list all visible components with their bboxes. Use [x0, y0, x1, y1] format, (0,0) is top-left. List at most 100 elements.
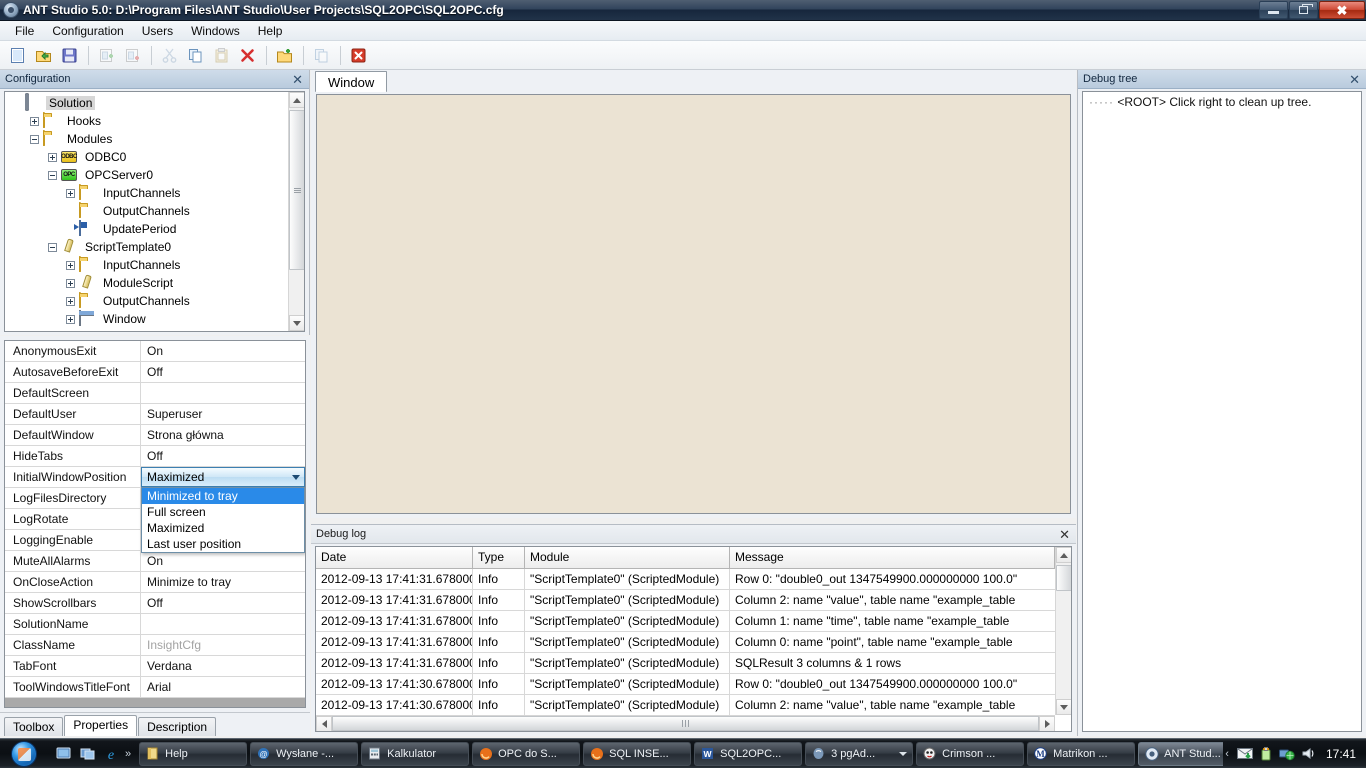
menu-help[interactable]: Help — [249, 22, 292, 40]
scroll-thumb[interactable] — [289, 110, 304, 270]
taskbar-button[interactable]: @ Wysłane -... — [250, 741, 359, 766]
add-channel-button[interactable] — [120, 44, 144, 67]
debug-log-row[interactable]: 2012-09-13 17:41:31.678000 Info "ScriptTem… — [316, 653, 1055, 674]
minimize-button[interactable] — [1259, 1, 1288, 19]
property-row[interactable]: MuteAllAlarms On — [5, 551, 305, 572]
show-desktop-icon[interactable] — [54, 745, 72, 763]
property-value[interactable]: Strona główna — [141, 425, 305, 445]
property-row[interactable]: TabFont Verdana — [5, 656, 305, 677]
taskbar-button[interactable]: M Matrikon ... — [1027, 741, 1136, 766]
column-header-date[interactable]: Date — [316, 547, 473, 568]
configuration-tree[interactable]: Solution Hooks Modules ODBC ODBC0 OPC OPCServe… — [4, 91, 305, 332]
tree-item-updateperiod[interactable]: UpdatePeriod — [7, 220, 288, 238]
volume-icon[interactable] — [1300, 745, 1317, 762]
taskbar-button[interactable]: Crimson ... — [916, 741, 1025, 766]
scroll-left-icon[interactable] — [316, 715, 332, 731]
property-row[interactable]: SolutionName — [5, 614, 305, 635]
tab-window[interactable]: Window — [315, 71, 388, 92]
cut-button[interactable] — [157, 44, 181, 67]
property-row[interactable]: DefaultScreen — [5, 383, 305, 404]
property-value[interactable]: InsightCfg — [141, 635, 305, 655]
property-row[interactable]: HideTabs Off — [5, 446, 305, 467]
tree-item-modules[interactable]: Modules — [7, 130, 288, 148]
column-header-type[interactable]: Type — [473, 547, 525, 568]
property-value[interactable]: Off — [141, 446, 305, 466]
mail-icon[interactable] — [1237, 745, 1254, 762]
property-row[interactable]: DefaultWindow Strona główna — [5, 425, 305, 446]
scroll-thumb[interactable] — [1056, 565, 1071, 591]
restore-button[interactable] — [1289, 1, 1318, 19]
column-header-module[interactable]: Module — [525, 547, 730, 568]
window-design-canvas[interactable] — [316, 94, 1071, 514]
menu-file[interactable]: File — [6, 22, 43, 40]
duplicate-button[interactable] — [309, 44, 333, 67]
debug-log-row[interactable]: 2012-09-13 17:41:31.678000 Info "ScriptTem… — [316, 632, 1055, 653]
start-button[interactable] — [1, 740, 47, 768]
new-file-button[interactable] — [5, 44, 29, 67]
delete-x-button[interactable] — [235, 44, 259, 67]
debug-log-horizontal-scrollbar[interactable] — [316, 715, 1055, 731]
property-value[interactable]: On — [141, 341, 305, 361]
property-row[interactable]: DefaultUser Superuser — [5, 404, 305, 425]
menu-configuration[interactable]: Configuration — [43, 22, 132, 40]
tree-item-modulescript[interactable]: ModuleScript — [7, 274, 288, 292]
new-folder-button[interactable] — [272, 44, 296, 67]
property-value[interactable]: Off — [141, 362, 305, 382]
tab-properties[interactable]: Properties — [64, 715, 138, 736]
open-folder-button[interactable] — [31, 44, 55, 67]
tree-vertical-scrollbar[interactable] — [288, 92, 304, 331]
properties-grid[interactable]: AnonymousExit On AutosaveBeforeExit Off Defa… — [4, 340, 306, 708]
close-icon[interactable]: ✕ — [290, 73, 305, 86]
combo-options-list[interactable]: Minimized to tray Full screen Maximized Las… — [141, 487, 305, 553]
tree-item-inputchannels[interactable]: InputChannels — [7, 184, 288, 202]
tree-item-outputchannels[interactable]: OutputChannels — [7, 202, 288, 220]
paste-button[interactable] — [209, 44, 233, 67]
add-module-button[interactable] — [94, 44, 118, 67]
property-value[interactable]: Superuser — [141, 404, 305, 424]
debug-log-row[interactable]: 2012-09-13 17:41:31.678000 Info "ScriptTem… — [316, 590, 1055, 611]
scroll-thumb[interactable] — [332, 716, 1039, 731]
tree-item-scripttemplate0[interactable]: ScriptTemplate0 — [7, 238, 288, 256]
property-row[interactable]: AutosaveBeforeExit Off — [5, 362, 305, 383]
save-disk-button[interactable] — [57, 44, 81, 67]
property-row[interactable]: OnCloseAction Minimize to tray — [5, 572, 305, 593]
debug-tree-root-row[interactable]: ····· <ROOT> Click right to clean up tre… — [1089, 95, 1361, 109]
debug-log-table[interactable]: Date Type Module Message 2012-09-13 17:41:31… — [315, 546, 1072, 732]
scroll-up-icon[interactable] — [289, 92, 304, 108]
quick-launch-chevron-icon[interactable]: » — [125, 748, 131, 760]
tree-item-solution[interactable]: Solution — [7, 93, 288, 112]
property-value[interactable]: Minimize to tray — [141, 572, 305, 592]
taskbar-button[interactable]: Help — [139, 741, 248, 766]
expand-icon[interactable] — [61, 188, 79, 198]
debug-log-row[interactable]: 2012-09-13 17:41:31.678000 Info "ScriptTem… — [316, 611, 1055, 632]
tree-item-odbc0[interactable]: ODBC ODBC0 — [7, 148, 288, 166]
property-value[interactable] — [141, 383, 305, 403]
debug-tree-content[interactable]: ····· <ROOT> Click right to clean up tre… — [1082, 91, 1362, 732]
column-header-message[interactable]: Message — [730, 547, 1055, 568]
property-value[interactable]: Off — [141, 593, 305, 613]
battery-icon[interactable] — [1258, 745, 1275, 762]
property-value[interactable] — [141, 614, 305, 634]
chevron-down-icon[interactable] — [292, 475, 300, 480]
property-row[interactable]: InitialWindowPosition Maximized Minimized … — [5, 467, 305, 553]
network-icon[interactable] — [1279, 745, 1296, 762]
debug-log-row[interactable]: 2012-09-13 17:41:31.678000 Info "ScriptTem… — [316, 569, 1055, 590]
scroll-down-icon[interactable] — [289, 315, 304, 331]
internet-explorer-icon[interactable]: e — [102, 745, 120, 763]
expand-icon[interactable] — [43, 152, 61, 162]
property-value-combo-cell[interactable]: Maximized Minimized to tray Full screen Max… — [141, 467, 305, 553]
tree-item-window[interactable]: Window — [7, 310, 288, 328]
combo-option[interactable]: Minimized to tray — [142, 488, 304, 504]
tree-item-inputchannels[interactable]: InputChannels — [7, 256, 288, 274]
taskbar-button[interactable]: 3 pgAd... — [805, 741, 914, 766]
tray-expand-chevron-icon[interactable]: ‹ — [1225, 748, 1229, 760]
property-value[interactable]: Verdana — [141, 656, 305, 676]
tab-toolbox[interactable]: Toolbox — [4, 717, 64, 736]
property-value[interactable]: Arial — [141, 677, 305, 697]
expand-icon[interactable] — [61, 260, 79, 270]
scroll-down-icon[interactable] — [1056, 699, 1071, 715]
scroll-up-icon[interactable] — [1056, 547, 1071, 563]
taskbar-button[interactable]: Kalkulator — [361, 741, 470, 766]
close-red-button[interactable] — [346, 44, 370, 67]
debug-log-row[interactable]: 2012-09-13 17:41:30.678000 Info "ScriptTem… — [316, 695, 1055, 715]
